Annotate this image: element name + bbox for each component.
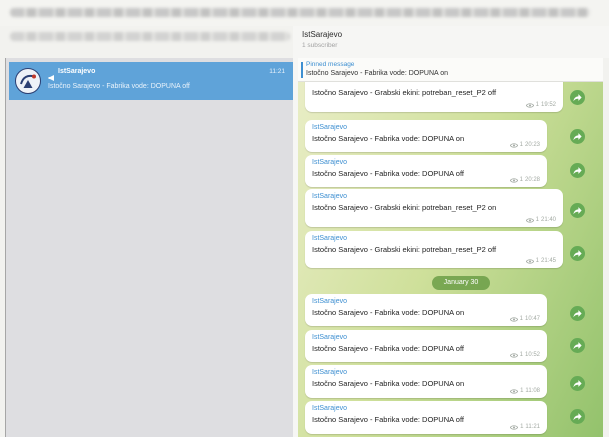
pinned-accent-bar bbox=[301, 62, 303, 78]
message-bubble[interactable]: Istočno Sarajevo - Grabski ekini: potreb… bbox=[305, 82, 563, 112]
chat-time: 11:21 bbox=[269, 68, 285, 75]
message-text: Istočno Sarajevo - Fabrika vode: DOPUNA … bbox=[312, 134, 465, 143]
message-time: 11:08 bbox=[525, 388, 540, 394]
eye-icon bbox=[509, 352, 518, 358]
share-arrow-icon bbox=[573, 342, 582, 350]
share-button[interactable] bbox=[570, 338, 585, 353]
message-time: 20:23 bbox=[524, 142, 540, 148]
sender-name[interactable]: IstSarajevo bbox=[312, 334, 347, 341]
views-count: 1 bbox=[519, 352, 523, 358]
chat-name: IstSarajevo bbox=[58, 68, 96, 75]
eye-icon bbox=[509, 142, 518, 148]
eye-icon bbox=[525, 258, 534, 264]
sender-name[interactable]: IstSarajevo bbox=[312, 298, 347, 305]
sender-name[interactable]: IstSarajevo bbox=[312, 405, 347, 412]
share-button[interactable] bbox=[570, 409, 585, 424]
views-count: 1 bbox=[519, 177, 523, 183]
share-button[interactable] bbox=[570, 129, 585, 144]
message-time: 10:47 bbox=[524, 316, 540, 322]
message-time: 19:52 bbox=[540, 102, 556, 108]
message-meta: 1 11:21 bbox=[510, 424, 540, 430]
sender-name[interactable]: IstSarajevo bbox=[312, 193, 347, 200]
eye-icon bbox=[509, 316, 518, 322]
blurred-text-line bbox=[10, 8, 590, 17]
message-meta: 1 19:52 bbox=[525, 102, 556, 108]
message-bubble[interactable]: IstSarajevo Istočno Sarajevo - Fabrika v… bbox=[305, 330, 547, 362]
channel-logo-icon bbox=[15, 68, 41, 94]
views-count: 1 bbox=[520, 388, 524, 394]
views-count: 1 bbox=[519, 316, 523, 322]
message-bubble[interactable]: IstSarajevo Istočno Sarajevo - Fabrika v… bbox=[305, 155, 547, 187]
eye-icon bbox=[525, 217, 534, 223]
chat-title[interactable]: IstSarajevo bbox=[302, 30, 342, 39]
share-arrow-icon bbox=[573, 207, 582, 215]
message-time: 11:21 bbox=[525, 424, 540, 430]
message-meta: 1 20:28 bbox=[509, 177, 540, 183]
message-time: 21:45 bbox=[540, 258, 556, 264]
eye-icon bbox=[509, 177, 518, 183]
sender-name[interactable]: IstSarajevo bbox=[312, 124, 347, 131]
message-time: 21:40 bbox=[540, 217, 556, 223]
window-top-area bbox=[0, 0, 609, 26]
message-meta: 1 10:47 bbox=[509, 316, 540, 322]
message-text: Istočno Sarajevo - Fabrika vode: DOPUNA … bbox=[312, 308, 465, 317]
message-bubble[interactable]: IstSarajevo Istočno Sarajevo - Grabski e… bbox=[305, 231, 563, 268]
pinned-text: Istočno Sarajevo - Fabrika vode: DOPUNA … bbox=[306, 70, 449, 77]
eye-icon bbox=[525, 102, 534, 108]
chat-subtitle: 1 subscriber bbox=[302, 42, 338, 49]
share-button[interactable] bbox=[570, 306, 585, 321]
views-count: 1 bbox=[535, 258, 539, 264]
share-arrow-icon bbox=[573, 413, 582, 421]
pinned-label: Pinned message bbox=[306, 61, 355, 68]
message-bubble[interactable]: IstSarajevo Istočno Sarajevo - Fabrika v… bbox=[305, 365, 547, 398]
message-time: 20:28 bbox=[524, 177, 540, 183]
blurred-text-line bbox=[10, 32, 290, 41]
share-button[interactable] bbox=[570, 203, 585, 218]
message-bubble[interactable]: IstSarajevo Istočno Sarajevo - Fabrika v… bbox=[305, 120, 547, 152]
share-button[interactable] bbox=[570, 163, 585, 178]
share-arrow-icon bbox=[573, 310, 582, 318]
share-arrow-icon bbox=[573, 94, 582, 102]
views-count: 1 bbox=[520, 424, 524, 430]
sender-name[interactable]: IstSarajevo bbox=[312, 369, 347, 376]
share-button[interactable] bbox=[570, 246, 585, 261]
share-arrow-icon bbox=[573, 250, 582, 258]
chat-list-item-istsarajevo[interactable]: IstSarajevo 11:21 Istočno Sarajevo - Fab… bbox=[9, 62, 293, 100]
views-count: 1 bbox=[535, 102, 539, 108]
message-meta: 1 10:52 bbox=[509, 352, 540, 358]
message-text: Istočno Sarajevo - Fabrika vode: DOPUNA … bbox=[312, 379, 465, 388]
share-button[interactable] bbox=[570, 90, 585, 105]
message-meta: 1 21:40 bbox=[525, 217, 556, 223]
message-time: 10:52 bbox=[524, 352, 540, 358]
sender-name[interactable]: IstSarajevo bbox=[312, 159, 347, 166]
views-count: 1 bbox=[535, 217, 539, 223]
message-bubble[interactable]: IstSarajevo Istočno Sarajevo - Fabrika v… bbox=[305, 401, 547, 434]
message-text: Istočno Sarajevo - Fabrika vode: DOPUNA … bbox=[312, 415, 465, 424]
share-arrow-icon bbox=[573, 380, 582, 388]
message-text: Istočno Sarajevo - Grabski ekini: potreb… bbox=[312, 88, 497, 97]
message-bubble[interactable]: IstSarajevo Istočno Sarajevo - Fabrika v… bbox=[305, 294, 547, 326]
message-text: Istočno Sarajevo - Grabski ekini: potreb… bbox=[312, 245, 497, 254]
message-text: Istočno Sarajevo - Fabrika vode: DOPUNA … bbox=[312, 344, 465, 353]
eye-icon bbox=[510, 388, 519, 394]
date-separator[interactable]: January 30 bbox=[432, 276, 490, 290]
megaphone-icon bbox=[48, 69, 56, 81]
chat-header[interactable]: IstSarajevo 1 subscriber bbox=[298, 26, 609, 58]
chat-preview: Istočno Sarajevo - Fabrika vode: DOPUNA … bbox=[48, 83, 190, 90]
message-text: Istočno Sarajevo - Grabski ekini: potreb… bbox=[312, 203, 497, 212]
message-text: Istočno Sarajevo - Fabrika vode: DOPUNA … bbox=[312, 169, 465, 178]
eye-icon bbox=[510, 424, 519, 430]
sender-name[interactable]: IstSarajevo bbox=[312, 235, 347, 242]
chat-list-sidebar: IstSarajevo 11:21 Istočno Sarajevo - Fab… bbox=[5, 58, 294, 437]
pinned-message-bar[interactable]: Pinned message Istočno Sarajevo - Fabrik… bbox=[298, 58, 603, 82]
message-meta: 1 20:23 bbox=[509, 142, 540, 148]
message-bubble[interactable]: IstSarajevo Istočno Sarajevo - Grabski e… bbox=[305, 189, 563, 227]
message-meta: 1 21:45 bbox=[525, 258, 556, 264]
share-button[interactable] bbox=[570, 376, 585, 391]
share-arrow-icon bbox=[573, 167, 582, 175]
message-meta: 1 11:08 bbox=[510, 388, 540, 394]
views-count: 1 bbox=[519, 142, 523, 148]
share-arrow-icon bbox=[573, 133, 582, 141]
message-list[interactable]: Istočno Sarajevo - Grabski ekini: potreb… bbox=[298, 82, 603, 437]
